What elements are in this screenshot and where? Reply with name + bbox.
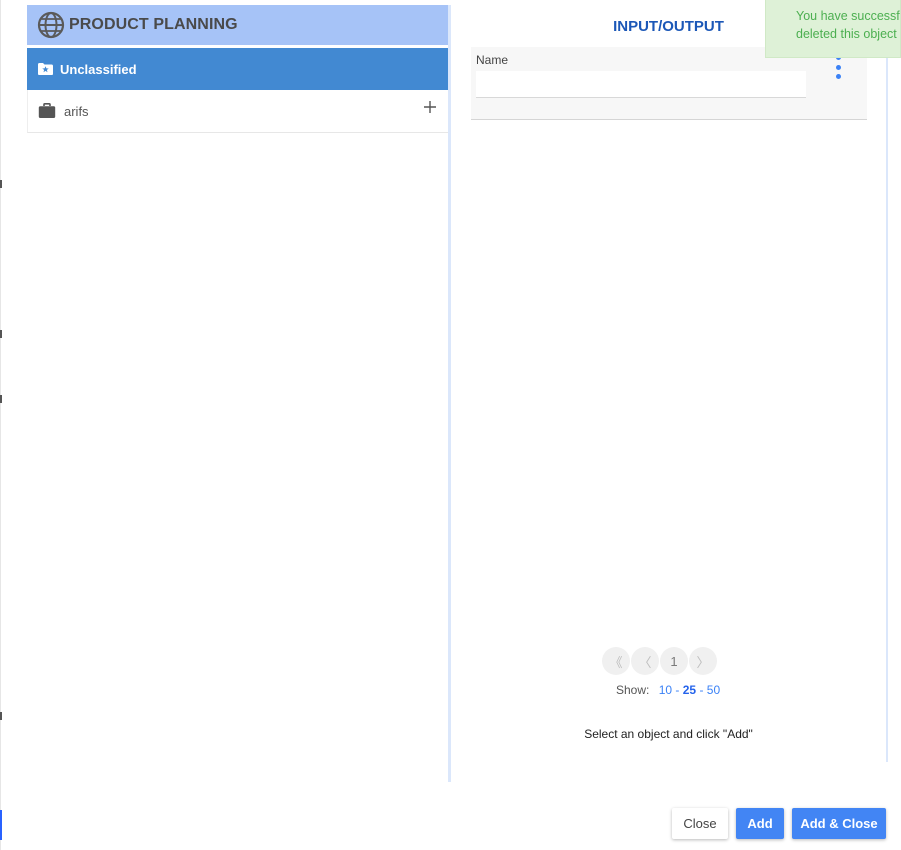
page-number-button[interactable]: 1 — [660, 647, 688, 675]
page-size-50[interactable]: 50 — [707, 683, 720, 697]
classification-tree: PRODUCT PLANNING Unclassified arifs — [27, 5, 448, 782]
tree-item-arifs[interactable]: arifs — [27, 90, 448, 133]
name-label: Name — [476, 53, 509, 67]
star-folder-icon — [37, 62, 54, 76]
tree-item-unclassified[interactable]: Unclassified — [27, 48, 448, 90]
show-label: Show: — [616, 683, 650, 697]
success-toast[interactable]: You have successfully deleted this objec… — [765, 0, 901, 58]
edge-mark — [0, 330, 2, 338]
briefcase-icon — [38, 103, 56, 119]
add-and-close-button[interactable]: Add & Close — [792, 808, 886, 839]
tree-title: PRODUCT PLANNING — [69, 16, 238, 33]
plus-icon[interactable] — [421, 98, 439, 116]
panel-divider[interactable] — [448, 5, 451, 782]
pagination: 《 〈 1 〉 — [602, 647, 718, 675]
separator: - — [699, 683, 704, 697]
tree-header: PRODUCT PLANNING — [27, 5, 448, 45]
page-size-25[interactable]: 25 — [683, 683, 696, 697]
page-size-selector: Show: 10 - 25 - 50 — [616, 683, 720, 697]
window-edge — [0, 0, 1, 850]
name-filter-input[interactable] — [476, 71, 806, 98]
toast-line: deleted this object — [796, 27, 897, 41]
selection-hint: Select an object and click "Add" — [584, 727, 753, 741]
prev-page-button[interactable]: 〈 — [631, 647, 659, 675]
add-button[interactable]: Add — [736, 808, 784, 839]
separator: - — [675, 683, 680, 697]
globe-icon — [37, 11, 65, 39]
edge-mark — [0, 712, 2, 720]
panel-border — [886, 5, 888, 762]
next-page-button[interactable]: 〉 — [689, 647, 717, 675]
toast-line: You have successfully — [796, 9, 900, 23]
tree-item-label: arifs — [64, 103, 89, 119]
edge-mark — [0, 180, 2, 188]
edge-mark — [0, 395, 2, 403]
tree-item-label: Unclassified — [60, 61, 137, 77]
first-page-button[interactable]: 《 — [602, 647, 630, 675]
more-options-icon[interactable] — [832, 55, 844, 79]
edge-mark — [0, 810, 2, 840]
close-button[interactable]: Close — [672, 808, 728, 839]
page-size-10[interactable]: 10 — [659, 683, 672, 697]
